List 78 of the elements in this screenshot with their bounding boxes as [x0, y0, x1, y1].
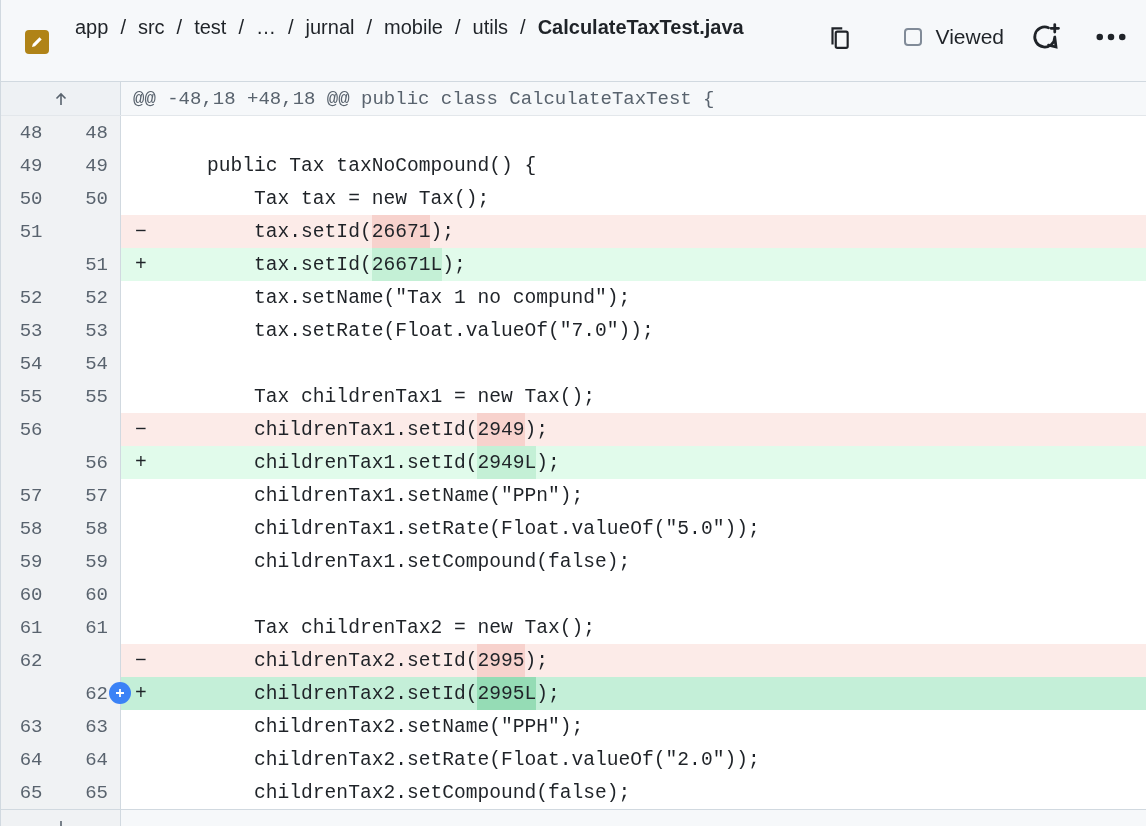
line-number: 49	[18, 154, 44, 177]
line-number: 62	[18, 649, 44, 672]
diff-marker: +	[134, 451, 148, 474]
diff-marker: +	[134, 682, 148, 705]
line-number: 51	[18, 220, 44, 243]
code-line: tax.setName("Tax 1 no compund");	[253, 285, 632, 311]
path-separator: /	[176, 15, 183, 40]
code-line: childrenTax1.setRate(Float.valueOf("5.0"));	[253, 516, 761, 542]
line-number: 58	[18, 517, 44, 540]
line-number: 57	[18, 484, 44, 507]
file-name[interactable]: CalculateTaxTest.java	[537, 12, 744, 42]
line-number: 61	[18, 616, 44, 639]
code-line: childrenTax1.setName("PPn");	[253, 483, 585, 509]
line-number: 61	[84, 616, 109, 639]
code-line: childrenTax2.setCompound(false);	[253, 780, 632, 806]
expand-up-icon[interactable]	[54, 91, 67, 106]
code-line: Tax childrenTax1 = new Tax();	[253, 384, 597, 410]
line-number: 52	[18, 286, 44, 309]
line-number: 63	[18, 715, 44, 738]
code-line: Tax tax = new Tax();	[253, 186, 491, 212]
add-comment-button[interactable]	[109, 682, 131, 704]
line-number: 53	[84, 319, 109, 342]
path-segment[interactable]: mobile	[384, 12, 443, 42]
path-separator: /	[238, 15, 244, 40]
code-line: childrenTax2.setRate(Float.valueOf("2.0"));	[253, 747, 761, 773]
line-number: 56	[18, 418, 44, 441]
viewed-checkbox[interactable]: Viewed	[903, 25, 1004, 49]
path-segment[interactable]: utils	[472, 12, 509, 42]
path-separator: /	[120, 15, 126, 40]
line-number: 48	[84, 121, 109, 144]
code-line: childrenTax2.setName("PPH");	[253, 714, 585, 740]
line-number: 53	[18, 319, 44, 342]
line-number: 60	[84, 583, 109, 606]
path-separator: /	[366, 15, 373, 40]
add-comment-icon[interactable]	[1030, 22, 1062, 52]
line-number: 55	[84, 385, 109, 408]
line-number: 49	[84, 154, 109, 177]
line-number: 48	[18, 121, 44, 144]
line-number: 57	[84, 484, 109, 507]
checkbox-icon[interactable]	[903, 28, 922, 46]
more-options-icon[interactable]	[1096, 33, 1126, 41]
path-segment[interactable]: test	[194, 12, 227, 42]
path-separator: /	[454, 15, 461, 40]
hunk-header: @@ -48,18 +48,18 @@ public class CalculateTaxTest {	[132, 86, 715, 112]
line-number: 65	[84, 781, 109, 804]
path-separator: /	[288, 15, 294, 40]
line-number: 50	[84, 187, 109, 210]
line-number: 56	[84, 451, 109, 474]
diff-marker: −	[134, 649, 148, 672]
path-separator: /	[520, 15, 526, 40]
line-number: 62	[84, 682, 109, 705]
line-number: 51	[84, 253, 109, 276]
line-number: 55	[18, 385, 44, 408]
line-number: 63	[84, 715, 109, 738]
plus-icon[interactable]	[115, 688, 125, 698]
code-line: public Tax taxNoCompound() {	[206, 153, 538, 179]
diff-marker: +	[134, 253, 148, 276]
path-segment[interactable]: …	[256, 12, 276, 42]
line-number: 64	[84, 748, 109, 771]
line-number: 59	[84, 550, 109, 573]
path-segment[interactable]: jurnal	[305, 12, 355, 42]
line-number: 58	[84, 517, 109, 540]
line-number: 60	[18, 583, 44, 606]
path-segment[interactable]: app	[75, 12, 109, 42]
modified-file-icon	[25, 30, 49, 54]
line-number: 65	[18, 781, 44, 804]
diff-marker: −	[134, 220, 148, 243]
code-line: tax.setRate(Float.valueOf("7.0"));	[253, 318, 655, 344]
code-line: Tax childrenTax2 = new Tax();	[253, 615, 597, 641]
line-number: 50	[18, 187, 44, 210]
line-number: 54	[18, 352, 44, 375]
line-number: 64	[18, 748, 44, 771]
line-number: 52	[84, 286, 109, 309]
path-segment[interactable]: src	[137, 12, 165, 42]
line-number: 59	[18, 550, 44, 573]
code-line: childrenTax1.setCompound(false);	[253, 549, 632, 575]
diff-marker: −	[134, 418, 148, 441]
line-number: 54	[84, 352, 109, 375]
